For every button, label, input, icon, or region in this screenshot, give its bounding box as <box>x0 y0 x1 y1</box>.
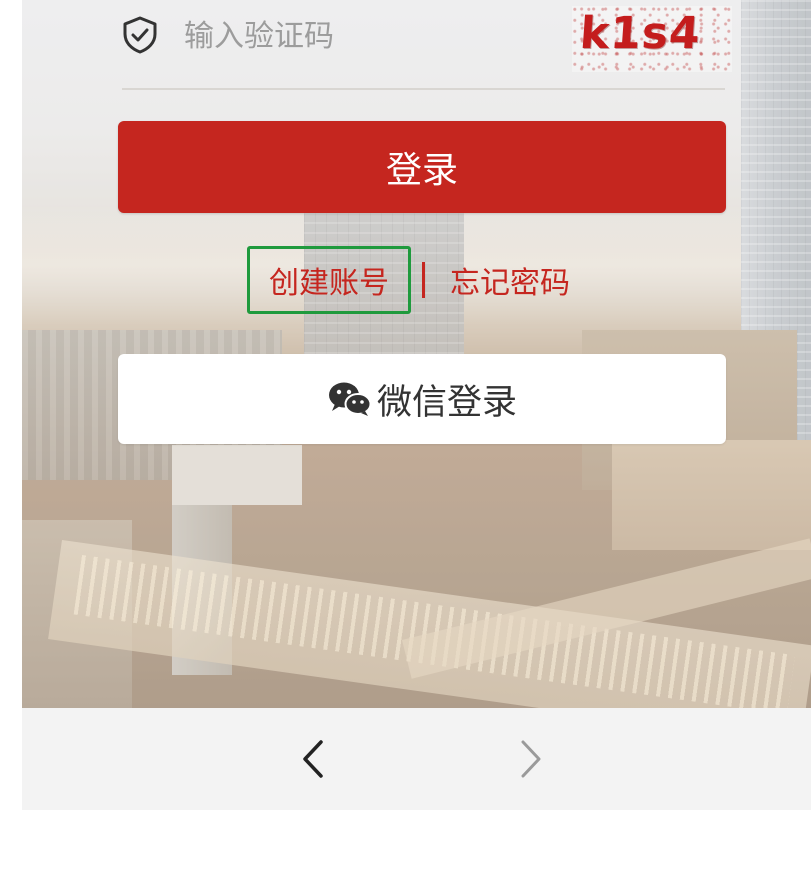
nav-back-button[interactable] <box>290 736 336 786</box>
login-button[interactable]: 登录 <box>118 121 726 213</box>
account-links: 创建账号 忘记密码 <box>22 246 811 316</box>
wechat-login-button[interactable]: 微信登录 <box>118 354 726 444</box>
nav-forward-button[interactable] <box>508 736 554 786</box>
chevron-left-icon <box>301 739 325 783</box>
shield-check-icon <box>122 16 158 54</box>
forgot-password-label: 忘记密码 <box>450 266 570 301</box>
forgot-password-link[interactable]: 忘记密码 <box>450 246 570 314</box>
captcha-row: k1s4 <box>122 0 732 90</box>
captcha-image[interactable]: k1s4 <box>572 6 732 72</box>
captcha-image-text: k1s4 <box>578 8 703 59</box>
links-divider <box>422 262 425 298</box>
login-button-label: 登录 <box>385 150 458 191</box>
captcha-input[interactable] <box>182 10 566 62</box>
create-account-link[interactable]: 创建账号 <box>247 246 411 314</box>
wechat-icon <box>327 380 373 418</box>
chevron-right-icon <box>519 739 543 783</box>
app-screen: k1s4 登录 创建账号 忘记密码 微信登录 <box>22 0 811 810</box>
browser-bottom-nav <box>22 708 811 810</box>
wechat-login-label: 微信登录 <box>376 382 517 423</box>
create-account-label: 创建账号 <box>269 266 389 301</box>
